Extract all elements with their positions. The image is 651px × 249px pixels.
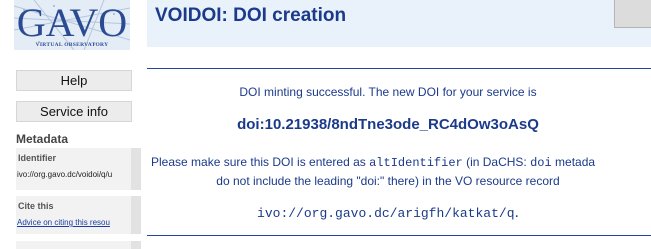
instruction-text: metada <box>551 155 596 169</box>
alt-identifier-code: altIdentifier <box>369 156 463 170</box>
divider <box>147 235 651 236</box>
divider <box>147 68 651 69</box>
success-message: DOI minting successful. The new DOI for … <box>239 85 537 99</box>
citing-advice-link[interactable]: Advice on citing this resou <box>17 218 110 227</box>
identifier-value: ivo://org.gavo.dc/voidoi/q/u <box>17 170 113 179</box>
main-content: VOIDOI: DOI creation DOI minting success… <box>143 0 651 249</box>
ivoid-line: ivo://org.gavo.dc/arigfh/katkat/q. <box>143 204 633 222</box>
service-info-button[interactable]: Service info <box>16 101 132 122</box>
gavo-logo[interactable]: GAVO Virtual Observatory <box>14 0 130 50</box>
instruction-line-2: do not include the leading "doi:" there)… <box>216 174 560 188</box>
help-button[interactable]: Help <box>16 70 132 91</box>
header-decoration <box>614 0 651 28</box>
doi-code: doi <box>530 156 552 170</box>
box-stripe <box>131 241 141 249</box>
instruction-line-1: Please make sure this DOI is entered as … <box>151 155 595 170</box>
header-bar: VOIDOI: DOI creation <box>147 0 651 47</box>
metadata-box-partial <box>16 241 141 249</box>
instruction-text: (in DaCHS: <box>462 155 531 169</box>
sidebar: GAVO Virtual Observatory Help Service in… <box>0 0 143 249</box>
identifier-box: Identifier ivo://org.gavo.dc/voidoi/q/u <box>16 148 141 190</box>
identifier-label: Identifier <box>18 153 57 163</box>
logo-subtext: Virtual Observatory <box>36 42 109 48</box>
doi-value: doi:10.21938/8ndTne3ode_RC4dOw3oAsQ <box>237 116 539 133</box>
logo-text: GAVO <box>17 0 127 45</box>
ivoid-value: ivo://org.gavo.dc/arigfh/katkat/q <box>257 206 515 221</box>
ivoid-suffix: . <box>514 204 519 221</box>
box-stripe <box>131 148 141 190</box>
cite-label: Cite this <box>18 201 54 211</box>
page-title: VOIDOI: DOI creation <box>155 5 347 26</box>
metadata-heading: Metadata <box>16 132 69 146</box>
box-stripe <box>131 196 141 234</box>
cite-box: Cite this Advice on citing this resou <box>16 196 141 234</box>
instruction-text: Please make sure this DOI is entered as <box>151 155 370 169</box>
